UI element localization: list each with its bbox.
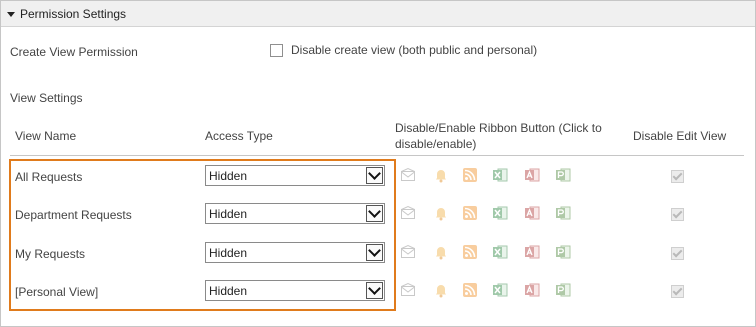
dropdown-arrow-icon[interactable] <box>366 244 383 261</box>
view-settings-label: View Settings <box>10 91 83 105</box>
column-header-disable-edit: Disable Edit View <box>633 129 727 143</box>
email-icon[interactable] <box>400 244 416 260</box>
view-row: [Personal View] Hidden <box>0 277 756 307</box>
rss-icon[interactable] <box>462 244 478 260</box>
view-name: [Personal View] <box>15 285 99 299</box>
dropdown-arrow-icon[interactable] <box>366 282 383 299</box>
access-type-value: Hidden <box>209 284 248 298</box>
column-header-ribbon-line2: disable/enable) <box>395 137 477 151</box>
view-row: Department Requests Hidden <box>0 200 756 230</box>
panel-title: Permission Settings <box>20 6 127 21</box>
alert-bell-icon[interactable] <box>433 205 449 221</box>
excel-icon[interactable] <box>492 167 508 183</box>
access-type-value: Hidden <box>209 169 248 183</box>
access-type-select[interactable]: Hidden <box>205 165 385 186</box>
access-type-select[interactable]: Hidden <box>205 280 385 301</box>
column-header-access-type: Access Type <box>205 129 273 143</box>
project-icon[interactable] <box>555 282 571 298</box>
view-name: Department Requests <box>15 208 132 222</box>
create-view-row: Create View Permission Disable create vi… <box>10 43 750 64</box>
disable-edit-view-checkbox <box>671 170 684 183</box>
access-icon[interactable] <box>524 244 540 260</box>
access-icon[interactable] <box>524 205 540 221</box>
email-icon[interactable] <box>400 205 416 221</box>
column-header-view-name: View Name <box>15 129 77 143</box>
create-view-label: Create View Permission <box>10 45 138 59</box>
access-type-value: Hidden <box>209 246 248 260</box>
email-icon[interactable] <box>400 282 416 298</box>
excel-icon[interactable] <box>492 282 508 298</box>
excel-icon[interactable] <box>492 205 508 221</box>
disable-edit-view-checkbox <box>671 247 684 260</box>
dropdown-arrow-icon[interactable] <box>366 167 383 184</box>
column-header-ribbon-line1: Disable/Enable Ribbon Button (Click to <box>395 121 602 135</box>
header-divider <box>10 155 744 156</box>
panel-header[interactable]: Permission Settings <box>1 1 755 27</box>
column-header-ribbon: Disable/Enable Ribbon Button (Click to d… <box>395 120 625 152</box>
access-type-select[interactable]: Hidden <box>205 203 385 224</box>
rss-icon[interactable] <box>462 167 478 183</box>
rss-icon[interactable] <box>462 282 478 298</box>
email-icon[interactable] <box>400 167 416 183</box>
disable-create-view-label: Disable create view (both public and per… <box>291 43 538 57</box>
collapse-caret-icon[interactable] <box>7 11 15 17</box>
rss-icon[interactable] <box>462 205 478 221</box>
alert-bell-icon[interactable] <box>433 244 449 260</box>
view-row: My Requests Hidden <box>0 239 756 269</box>
alert-bell-icon[interactable] <box>433 282 449 298</box>
view-name: My Requests <box>15 247 86 261</box>
disable-edit-view-checkbox <box>671 285 684 298</box>
project-icon[interactable] <box>555 167 571 183</box>
alert-bell-icon[interactable] <box>433 167 449 183</box>
access-icon[interactable] <box>524 167 540 183</box>
view-name: All Requests <box>15 170 83 184</box>
access-icon[interactable] <box>524 282 540 298</box>
access-type-select[interactable]: Hidden <box>205 242 385 263</box>
disable-create-view-option[interactable]: Disable create view (both public and per… <box>270 43 537 57</box>
dropdown-arrow-icon[interactable] <box>366 205 383 222</box>
disable-create-view-checkbox[interactable] <box>270 43 283 57</box>
project-icon[interactable] <box>555 244 571 260</box>
disable-edit-view-checkbox <box>671 208 684 221</box>
view-row: All Requests Hidden <box>0 162 756 192</box>
access-type-value: Hidden <box>209 207 248 221</box>
excel-icon[interactable] <box>492 244 508 260</box>
project-icon[interactable] <box>555 205 571 221</box>
